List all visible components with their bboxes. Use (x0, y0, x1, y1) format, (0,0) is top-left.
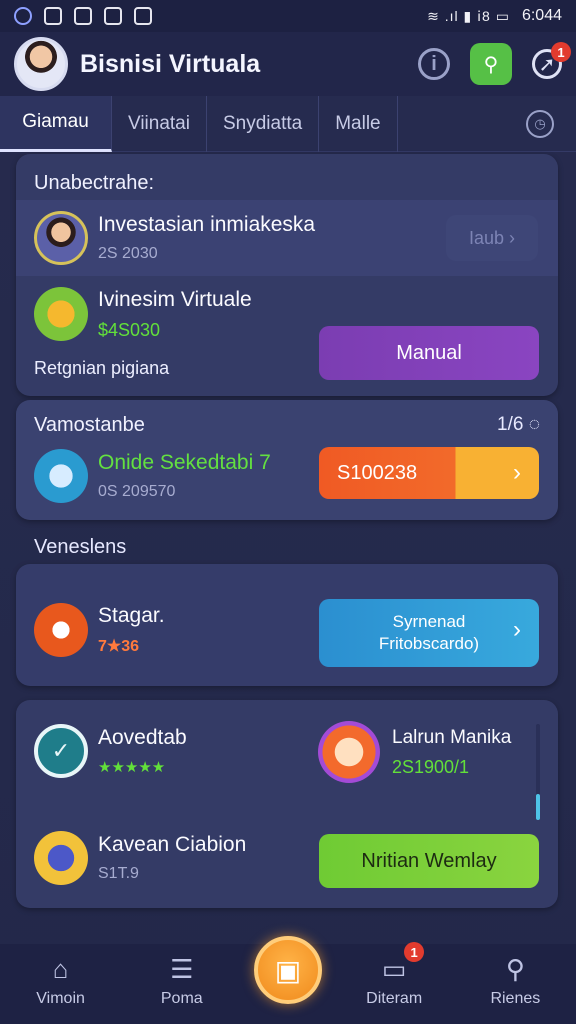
cloud-notification-icon (74, 7, 92, 25)
tab-viinatai[interactable]: Viinatai (112, 95, 207, 152)
avatar-icon (34, 211, 88, 265)
message-notification-icon (44, 7, 62, 25)
search-icon: ⚲ (483, 53, 499, 76)
card-footer-text: Retgnian pigiana (34, 358, 170, 378)
nav-home[interactable]: ⌂ Vimoin (6, 954, 116, 1008)
compass-button[interactable]: ➚ 1 (532, 42, 571, 79)
checklist-icon: ✓ (34, 724, 88, 778)
download-notification-icon (134, 7, 152, 25)
item-title: Lalrun Manika (392, 726, 512, 748)
calendar-icon: ▭ 1 (378, 942, 425, 984)
camera-icon: ▣ (274, 954, 302, 986)
book-icon (34, 831, 88, 885)
pay-button[interactable]: S100238 › (319, 447, 539, 499)
tab-snydiatta[interactable]: Snydiatta (207, 95, 320, 152)
scrollbar[interactable] (536, 724, 540, 820)
list-item[interactable]: ✓ Aovedtab ★★★★★ (16, 720, 296, 782)
shopping-bag-icon (34, 603, 88, 657)
shop-card: Stagar. 7★36 Syrnenad Fritobscardo) › (16, 564, 558, 686)
payment-card: Vamostanbe 1/6 ◌ Onide Sekedtabi 7 0S 20… (16, 400, 558, 520)
list-icon: ☰ (170, 953, 194, 984)
scrollbar-thumb[interactable] (536, 794, 540, 820)
notification-badge: 1 (551, 42, 571, 62)
item-subtitle: S1T.9 (98, 865, 139, 882)
history-clock-icon[interactable]: ◷ (526, 109, 554, 138)
info-icon: i (431, 52, 437, 75)
green-action-button[interactable]: Nritian Wemlay (319, 834, 539, 888)
page-counter: 1/6 ◌ (497, 414, 540, 435)
manual-button[interactable]: Manual (319, 326, 539, 380)
section-heading: Veneslens (34, 536, 127, 558)
document-icon (34, 449, 88, 503)
camera-button[interactable]: ▣ (254, 936, 322, 1004)
list-item[interactable]: Lalrun Manika 2S1900/1 (318, 720, 538, 784)
tab-giamau[interactable]: Giamau (0, 95, 112, 152)
nav-calendar[interactable]: ▭ 1 Diteram (339, 942, 449, 1008)
status-right-icons: ≋ .ıl ▮ ⅰ8 ▭ 6:044 (427, 7, 562, 25)
search-icon: ⚲ (505, 953, 525, 984)
item-value: 2S1900/1 (392, 756, 470, 777)
item-stars: ★★★★★ (98, 759, 166, 776)
investment-card: Unabectrahe: Investasian inmiakeska 2S 2… (16, 154, 558, 396)
gamepad-notification-icon (104, 7, 122, 25)
tab-bar: Giamau Viinatai Snydiatta Malle ◷ (0, 95, 576, 152)
card-title: Unabectrahe: (34, 172, 155, 194)
card-title: Vamostanbe (34, 414, 145, 436)
list-item[interactable]: Kavean Ciabion S1T.9 (16, 826, 316, 890)
clock: 6:044 (521, 7, 562, 24)
wallet-icon (34, 287, 88, 341)
nav-badge: 1 (404, 942, 425, 962)
report-icon (318, 721, 380, 783)
item-title: Ivinesim Virtuale (98, 287, 252, 311)
nav-list[interactable]: ☰ Poma (127, 954, 237, 1008)
chevron-right-icon: › (513, 459, 521, 486)
chevron-right-icon: › (513, 616, 521, 643)
subscribe-button[interactable]: Syrnenad Fritobscardo) › (319, 599, 539, 667)
search-button[interactable]: ⚲ (470, 43, 512, 85)
app-title: Bisnisi Virtuala (80, 49, 261, 78)
app-notification-icon (14, 7, 32, 25)
info-button[interactable]: i (418, 48, 450, 80)
activity-card: ✓ Aovedtab ★★★★★ Lalrun Manika 2S1900/1 … (16, 700, 558, 908)
app-header: Bisnisi Virtuala i ⚲ ➚ 1 (0, 32, 576, 96)
tab-malle[interactable]: Malle (319, 95, 398, 152)
item-action-button[interactable]: Iaub › (446, 215, 538, 261)
system-status-icons: ≋ .ıl ▮ ⅰ8 ▭ (427, 7, 510, 24)
item-title: Aovedtab (98, 726, 187, 749)
home-icon: ⌂ (52, 953, 69, 984)
avatar[interactable] (14, 37, 68, 91)
item-title: Kavean Ciabion (98, 833, 247, 856)
status-left-icons (14, 7, 152, 25)
nav-search[interactable]: ⚲ Rienes (460, 954, 570, 1008)
status-bar: ≋ .ıl ▮ ⅰ8 ▭ 6:044 (0, 0, 576, 32)
